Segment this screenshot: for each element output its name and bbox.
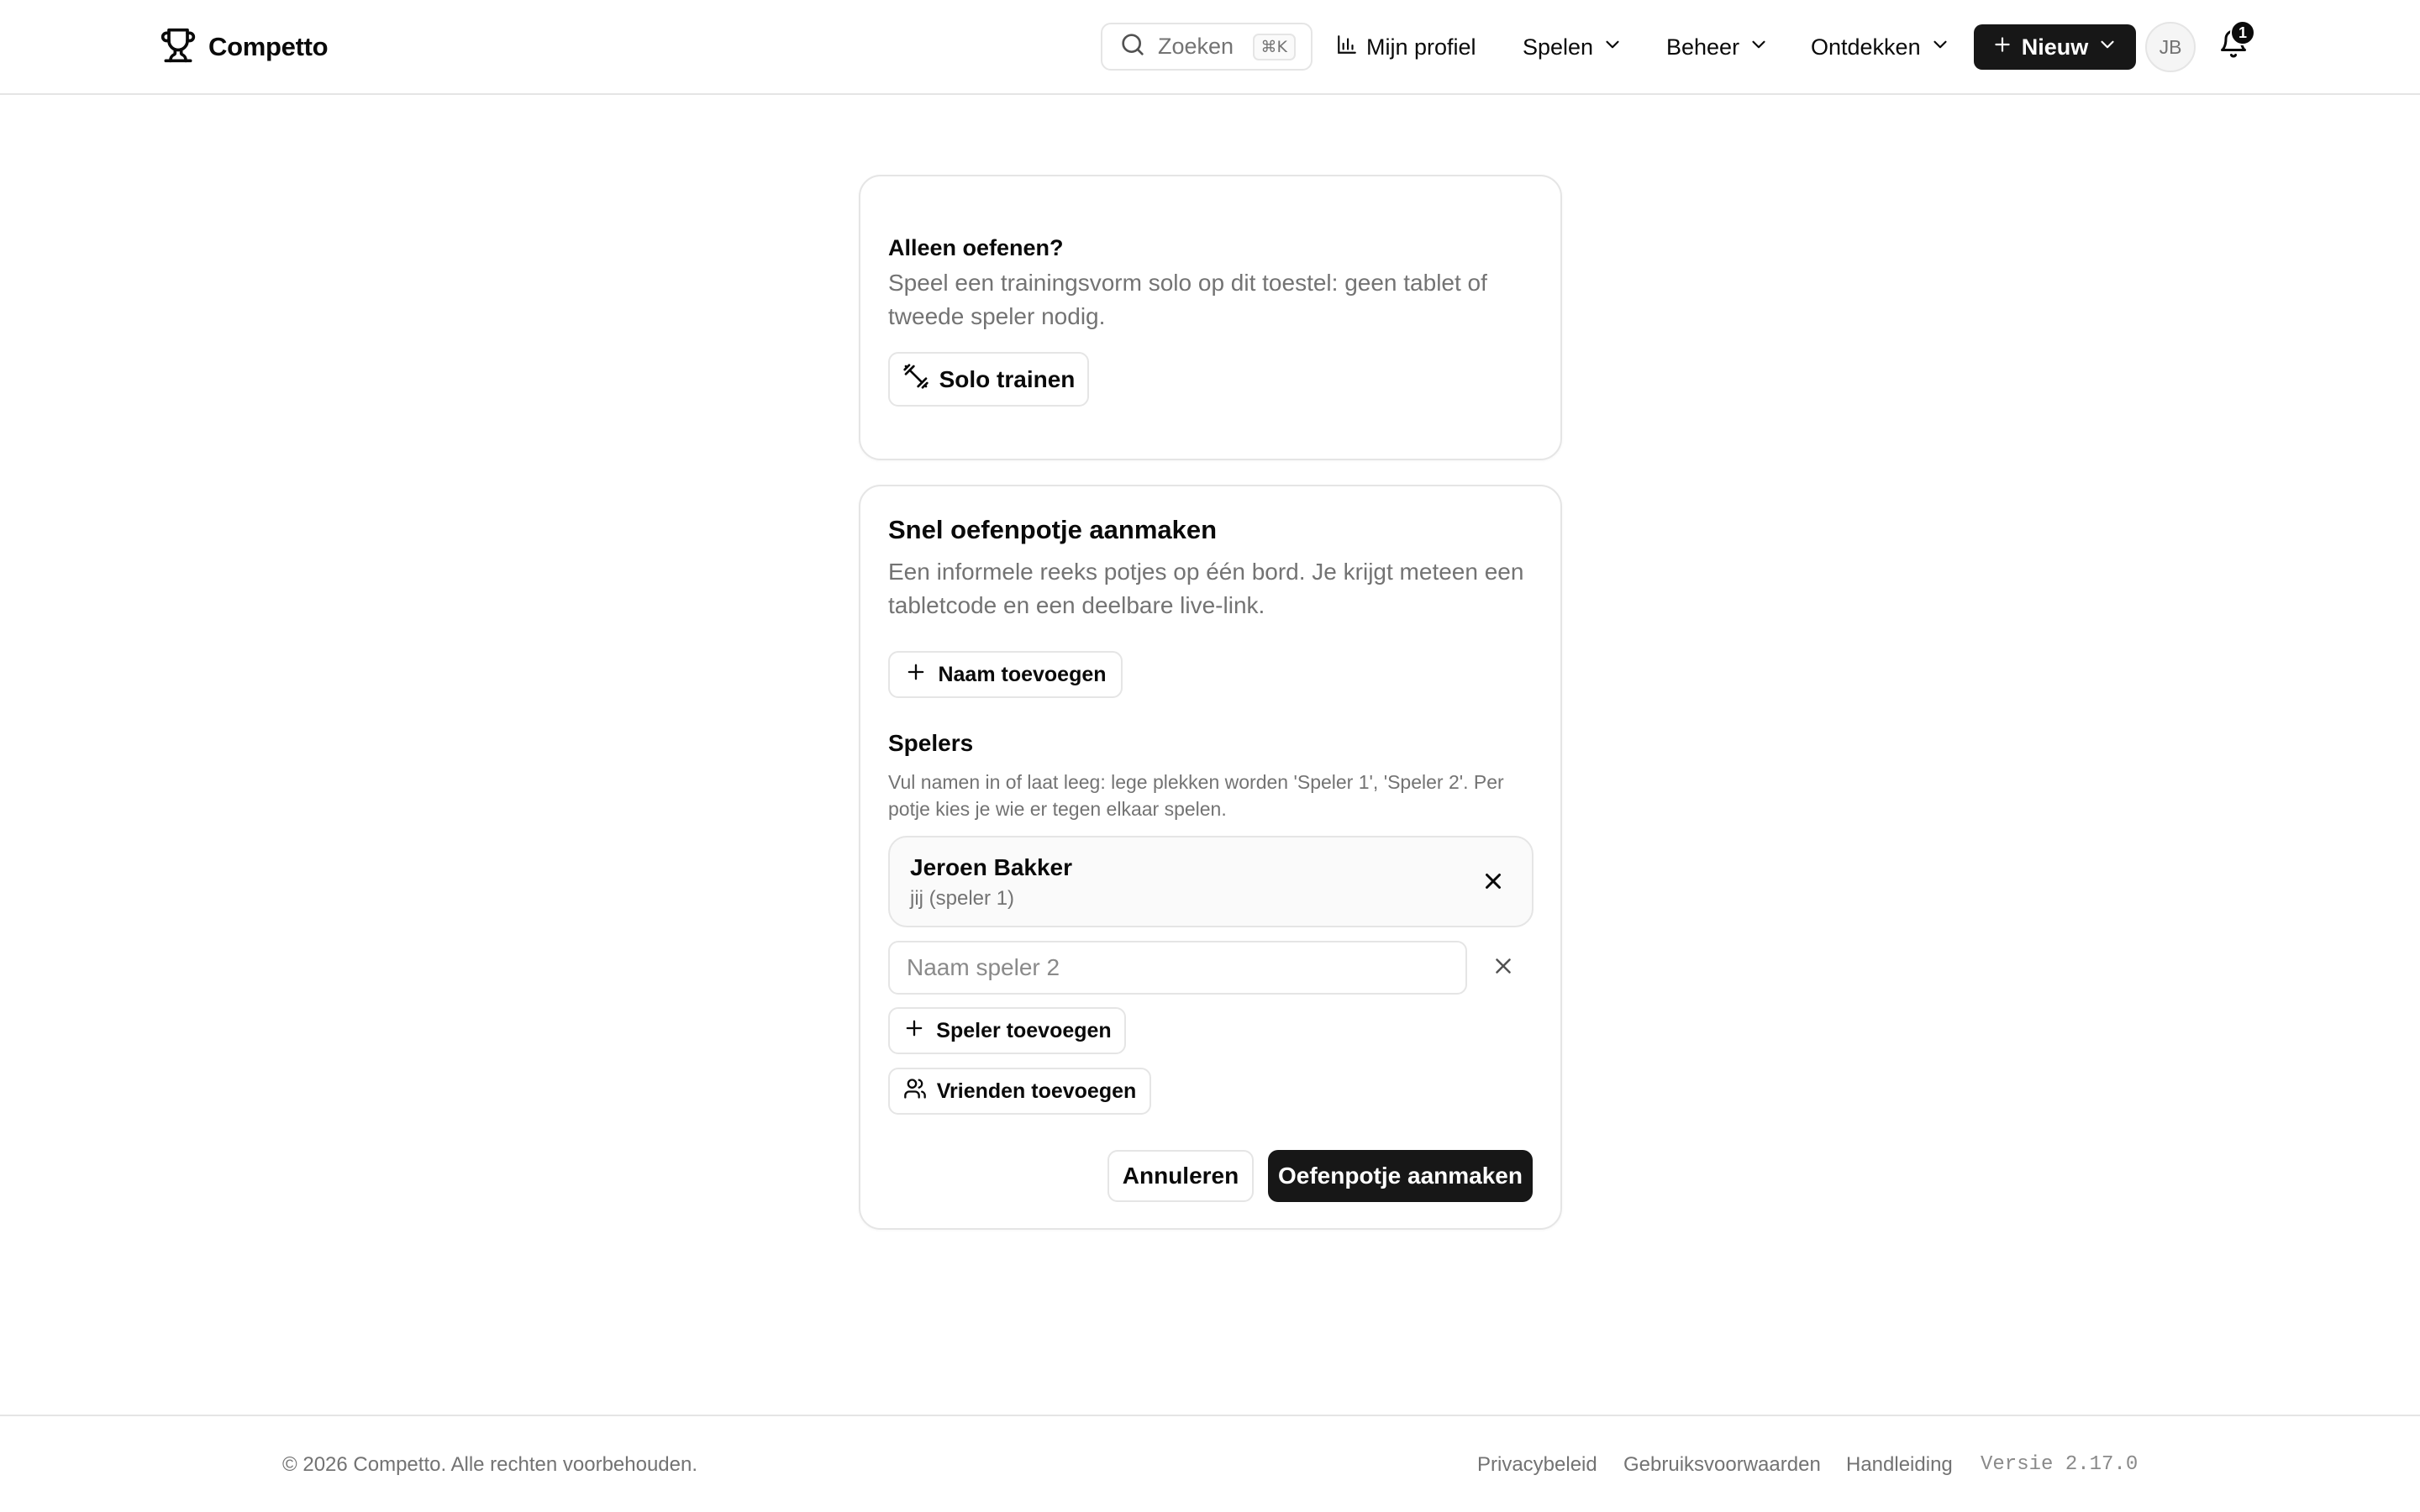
add-name-button[interactable]: Naam toevoegen: [888, 651, 1123, 698]
plus-icon: [904, 660, 928, 690]
quick-card-title: Snel oefenpotje aanmaken: [888, 515, 1218, 544]
solo-train-button[interactable]: Solo trainen: [888, 352, 1089, 407]
player-1-name: Jeroen Bakker: [910, 854, 1073, 880]
player-1-subtitle: jij (speler 1): [910, 887, 1015, 910]
footer: © 2026 Competto. Alle rechten voorbehoud…: [0, 1415, 2420, 1512]
nav-spelen-dropdown[interactable]: Spelen: [1523, 24, 1623, 71]
remove-player-2-button[interactable]: [1490, 954, 1517, 981]
copyright-text: © 2026 Competto. Alle rechten voorbehoud…: [282, 1453, 698, 1476]
bar-chart-icon: [1336, 34, 1358, 61]
chevron-down-icon: [2096, 34, 2118, 61]
quick-practice-card: Snel oefenpotje aanmaken Een informele r…: [859, 485, 1562, 1230]
nav-my-profile-label: Mijn profiel: [1366, 34, 1476, 60]
users-icon: [903, 1077, 927, 1106]
add-friends-button[interactable]: Vrienden toevoegen: [888, 1068, 1151, 1115]
footer-link-manual[interactable]: Handleiding: [1846, 1453, 1953, 1477]
close-icon: [1491, 953, 1516, 983]
nav-beheer-dropdown[interactable]: Beheer: [1666, 24, 1770, 71]
solo-card-title: Alleen oefenen?: [888, 235, 1064, 260]
new-button-label: Nieuw: [2021, 34, 2089, 60]
remove-player-1-button[interactable]: [1480, 869, 1507, 896]
notification-badge: 1: [2230, 20, 2255, 45]
search-button[interactable]: Zoeken ⌘K: [1101, 23, 1313, 71]
nav-my-profile[interactable]: Mijn profiel: [1336, 24, 1476, 71]
create-practice-button[interactable]: Oefenpotje aanmaken: [1268, 1150, 1533, 1202]
add-player-button-label: Speler toevoegen: [936, 1018, 1112, 1042]
dumbbell-icon: [902, 363, 929, 396]
close-icon: [1481, 869, 1506, 898]
avatar[interactable]: JB: [2145, 22, 2196, 72]
solo-training-card: Alleen oefenen? Speel een trainingsvorm …: [859, 175, 1562, 460]
trophy-icon: [160, 27, 197, 68]
version-label: Versie 2.17.0: [1981, 1453, 2139, 1476]
player-1-row: Jeroen Bakker jij (speler 1): [888, 836, 1534, 927]
nav-ontdekken-dropdown[interactable]: Ontdekken: [1811, 24, 1951, 71]
solo-train-button-label: Solo trainen: [939, 365, 1076, 392]
solo-card-description: Speel een trainingsvorm solo op dit toes…: [888, 270, 1487, 329]
nav-ontdekken-label: Ontdekken: [1811, 34, 1921, 60]
footer-link-terms[interactable]: Gebruiksvoorwaarden: [1623, 1453, 1821, 1477]
new-button[interactable]: Nieuw: [1974, 24, 2136, 70]
add-name-button-label: Naam toevoegen: [938, 662, 1107, 686]
plus-icon: [902, 1016, 926, 1046]
chevron-down-icon: [1748, 34, 1770, 61]
footer-link-privacy[interactable]: Privacybeleid: [1477, 1453, 1597, 1477]
search-placeholder: Zoeken: [1158, 34, 1234, 59]
cancel-button[interactable]: Annuleren: [1107, 1150, 1254, 1202]
chevron-down-icon: [1929, 34, 1951, 61]
players-description: Vul namen in of laat leeg: lege plekken …: [888, 771, 1504, 820]
logo[interactable]: Competto: [160, 27, 329, 68]
add-player-button[interactable]: Speler toevoegen: [888, 1007, 1126, 1054]
player-2-name-input[interactable]: [888, 941, 1467, 995]
add-friends-button-label: Vrienden toevoegen: [936, 1079, 1137, 1103]
search-icon: [1119, 31, 1146, 62]
quick-card-description: Een informele reeks potjes op één bord. …: [888, 559, 1524, 618]
players-heading: Spelers: [888, 730, 974, 756]
top-navbar: Competto Zoeken ⌘K Mijn profiel Spelen B…: [0, 0, 2420, 95]
nav-beheer-label: Beheer: [1666, 34, 1740, 60]
logo-text: Competto: [208, 32, 329, 61]
nav-spelen-label: Spelen: [1523, 34, 1594, 60]
search-shortcut: ⌘K: [1252, 33, 1296, 60]
chevron-down-icon: [1602, 34, 1623, 61]
plus-icon: [1991, 34, 2013, 61]
